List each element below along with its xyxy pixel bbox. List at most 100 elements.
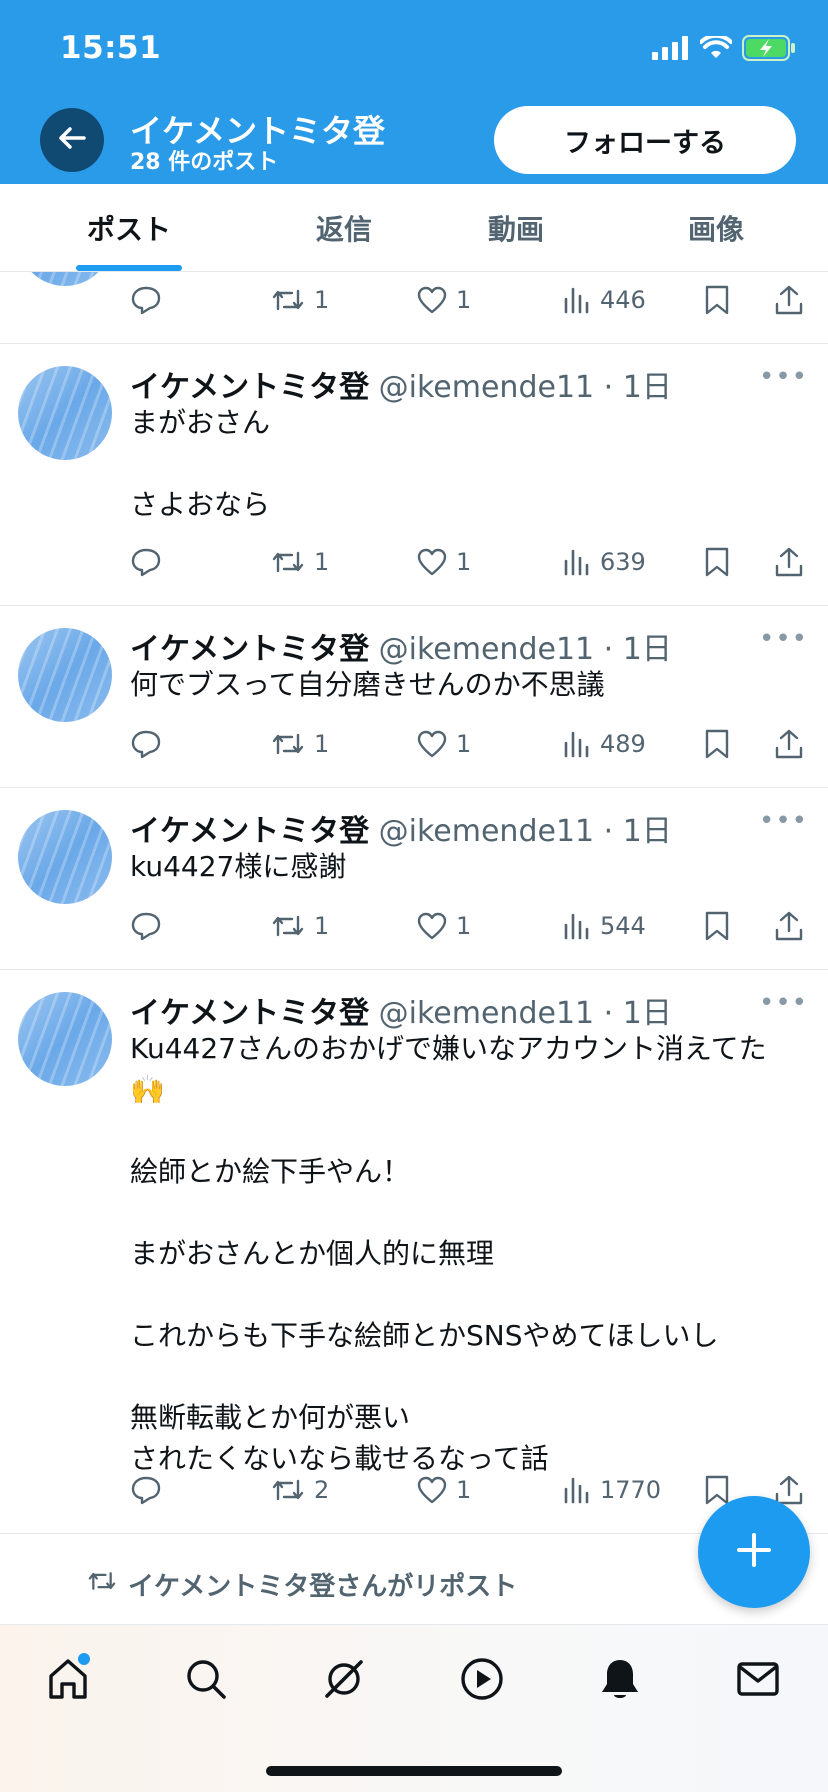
compose-button[interactable] [698,1496,810,1608]
home-indicator[interactable] [266,1766,562,1776]
share-icon [774,284,804,316]
like-button[interactable]: 1 [416,542,471,582]
views-button[interactable]: 489 [562,724,646,764]
views-icon [562,911,592,941]
share-icon [774,728,804,760]
repost-note: イケメントミタ登さんがリポスト [86,1566,517,1603]
post-item[interactable]: イケメントミタ登 @ikemende11 · 1日 ••• まがおさん さよおな… [0,344,828,606]
more-options-icon[interactable]: ••• [759,806,808,836]
notifications-icon [598,1656,642,1706]
views-icon [562,285,592,315]
like-button[interactable]: 1 [416,906,471,946]
repost-button[interactable]: 2 [270,1470,329,1510]
post-author-name[interactable]: イケメントミタ登 [130,370,369,405]
post-feed[interactable]: 1 1 446 イケメントミタ登 @ikemende11 · 1日 ••• まが… [0,272,828,1624]
nav-video[interactable] [452,1651,512,1711]
post-text: まがおさん さよおなら [130,406,271,521]
more-options-icon[interactable]: ••• [759,988,808,1018]
repost-button[interactable]: 1 [270,906,329,946]
views-count: 446 [600,286,646,314]
post-actions: 1 1 446 [130,280,810,320]
reply-icon [130,285,162,315]
nav-messages[interactable] [728,1651,788,1711]
post-item[interactable]: 1 1 446 [0,272,828,344]
post-item[interactable]: イケメントミタ登 @ikemende11 · 1日 ••• 何でブスって自分磨き… [0,606,828,788]
post-actions: 2 1 1770 [130,1470,810,1510]
bookmark-button[interactable] [704,280,730,320]
views-button[interactable]: 1770 [562,1470,661,1510]
share-button[interactable] [774,906,804,946]
post-header: イケメントミタ登 @ikemende11 · 1日 [130,624,672,668]
views-button[interactable]: 446 [562,280,646,320]
views-button[interactable]: 639 [562,542,646,582]
reply-button[interactable] [130,724,162,764]
tab-images[interactable]: 画像 [648,184,784,272]
share-button[interactable] [774,542,804,582]
post-header: イケメントミタ登 @ikemende11 · 1日 [130,988,672,1032]
repost-count: 1 [314,730,330,758]
status-bar: 15:51 [0,0,828,100]
repost-button[interactable]: 1 [270,724,329,764]
nav-home[interactable] [38,1651,98,1711]
like-button[interactable]: 1 [416,1470,471,1510]
avatar[interactable] [18,628,112,722]
like-count: 1 [456,1476,472,1504]
post-header: イケメントミタ登 @ikemende11 · 1日 [130,362,672,406]
repost-count: 1 [314,548,330,576]
active-tab-indicator [76,265,182,271]
status-time: 15:51 [60,30,162,66]
avatar[interactable] [18,366,112,460]
bookmark-button[interactable] [704,542,730,582]
post-author-name[interactable]: イケメントミタ登 [130,996,369,1031]
reply-button[interactable] [130,906,162,946]
post-meta: @ikemende11 · 1日 [378,632,672,667]
like-button[interactable]: 1 [416,280,471,320]
tab-videos[interactable]: 動画 [448,184,584,272]
post-author-name[interactable]: イケメントミタ登 [130,632,369,667]
nav-grok[interactable] [314,1651,374,1711]
profile-header: 15:51 イケメントミタ登 28 件のポスト フォローする [0,0,828,184]
bookmark-icon [704,284,730,316]
like-count: 1 [456,548,472,576]
repost-button[interactable]: 1 [270,280,329,320]
reply-icon [130,547,162,577]
reply-button[interactable] [130,1470,162,1510]
tab-replies[interactable]: 返信 [276,184,412,272]
repost-note-text: イケメントミタ登さんがリポスト [128,1572,518,1602]
tab-posts[interactable]: ポスト [56,184,202,272]
more-options-icon[interactable]: ••• [759,362,808,392]
more-options-icon[interactable]: ••• [759,624,808,654]
avatar[interactable] [18,810,112,904]
reply-icon [130,729,162,759]
nav-search[interactable] [176,1651,236,1711]
share-icon [774,546,804,578]
repost-icon [270,729,306,759]
reply-button[interactable] [130,280,162,320]
views-button[interactable]: 544 [562,906,646,946]
post-item[interactable]: イケメントミタ登 @ikemende11 · 1日 ••• Ku4427さんのお… [0,970,828,1534]
follow-button[interactable]: フォローする [494,106,796,174]
profile-tabs: ポスト 返信 動画 画像 [0,184,828,272]
heart-icon [416,547,448,577]
like-button[interactable]: 1 [416,724,471,764]
post-text: 何でブスって自分磨きせんのか不思議 [130,668,605,701]
bookmark-icon [704,546,730,578]
share-button[interactable] [774,280,804,320]
bookmark-button[interactable] [704,906,730,946]
post-author-name[interactable]: イケメントミタ登 [130,814,369,849]
views-icon [562,547,592,577]
reply-button[interactable] [130,542,162,582]
post-text: ku4427様に感謝 [130,850,347,883]
post-actions: 1 1 489 [130,724,810,764]
share-icon [774,910,804,942]
avatar[interactable] [18,272,112,286]
repost-icon [270,1475,306,1505]
bookmark-button[interactable] [704,724,730,764]
avatar[interactable] [18,992,112,1086]
nav-notifications[interactable] [590,1651,650,1711]
post-item[interactable]: イケメントミタ登 @ikemende11 · 1日 ••• ku4427様に感謝… [0,788,828,970]
views-count: 544 [600,912,646,940]
repost-button[interactable]: 1 [270,542,329,582]
share-button[interactable] [774,724,804,764]
back-button[interactable] [40,108,104,172]
